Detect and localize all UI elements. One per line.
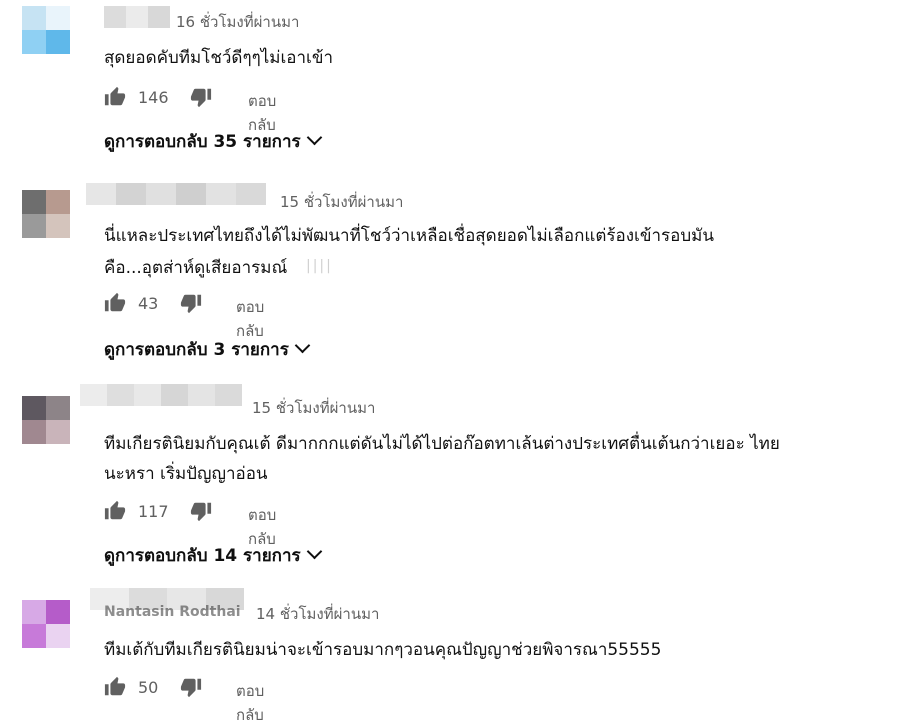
comment-text-line: สุดยอดคับทีมโชว์ดีๆๆไม่เอาเข้า: [104, 48, 334, 68]
thumbs-down-icon[interactable]: [180, 676, 202, 698]
comment-timestamp[interactable]: 15 ชั่วโมงที่ผ่านมา: [280, 190, 403, 214]
view-replies-button[interactable]: ดูการตอบกลับ 3 รายการ: [104, 336, 311, 363]
reply-button[interactable]: ตอบกลับ: [236, 679, 264, 727]
comment-timestamp[interactable]: 15 ชั่วโมงที่ผ่านมา: [252, 396, 375, 420]
thumbs-up-icon[interactable]: [104, 292, 126, 314]
comment-text-line: นะหรา เริ่มปัญญาอ่อน: [104, 464, 268, 484]
blurred-emoji: ||||: [306, 258, 333, 274]
thumbs-down-icon[interactable]: [190, 86, 212, 108]
like-count: 43: [138, 294, 159, 313]
avatar[interactable]: [22, 600, 70, 648]
thumbs-up-icon[interactable]: [104, 676, 126, 698]
thumbs-down-icon[interactable]: [190, 500, 212, 522]
avatar[interactable]: [22, 6, 70, 54]
thumbs-down-icon[interactable]: [180, 292, 202, 314]
like-count: 146: [138, 88, 169, 107]
view-replies-label: ดูการตอบกลับ 14 รายการ: [104, 546, 301, 566]
comment-timestamp[interactable]: 14 ชั่วโมงที่ผ่านมา: [256, 602, 379, 626]
blurred-username[interactable]: [104, 6, 170, 28]
thumbs-up-icon[interactable]: [104, 86, 126, 108]
view-replies-label: ดูการตอบกลับ 35 รายการ: [104, 132, 301, 152]
like-count: 50: [138, 678, 159, 697]
like-count: 117: [138, 502, 169, 521]
blurred-username[interactable]: [80, 384, 242, 406]
view-replies-label: ดูการตอบกลับ 3 รายการ: [104, 340, 289, 360]
thumbs-up-icon[interactable]: [104, 500, 126, 522]
view-replies-button[interactable]: ดูการตอบกลับ 35 รายการ: [104, 128, 322, 155]
view-replies-button[interactable]: ดูการตอบกลับ 14 รายการ: [104, 542, 322, 569]
chevron-down-icon: [294, 337, 311, 354]
chevron-down-icon: [306, 543, 322, 560]
chevron-down-icon: [306, 129, 322, 146]
comment-text-line: คือ...อุตส่าห์ดูเสียอารมณ์: [104, 258, 288, 278]
blurred-username[interactable]: [86, 183, 266, 205]
avatar[interactable]: [22, 396, 70, 444]
comment-text-line: ทีมเกียรตินิยมกับคุณเต้ ดีมากกกแต่ดันไม่…: [104, 434, 780, 454]
comment-text-line: นี่แหละประเทศไทยถึงได้ไม่พัฒนาที่โชว์ว่า…: [104, 226, 714, 246]
avatar[interactable]: [22, 190, 70, 238]
username[interactable]: Nantasin Rodthai: [104, 604, 241, 620]
comment-text-line: ทีมเต้กับทีมเกียรตินิยมน่าจะเข้ารอบมากๆว…: [104, 640, 662, 660]
comment-timestamp[interactable]: 16 ชั่วโมงที่ผ่านมา: [176, 10, 299, 34]
